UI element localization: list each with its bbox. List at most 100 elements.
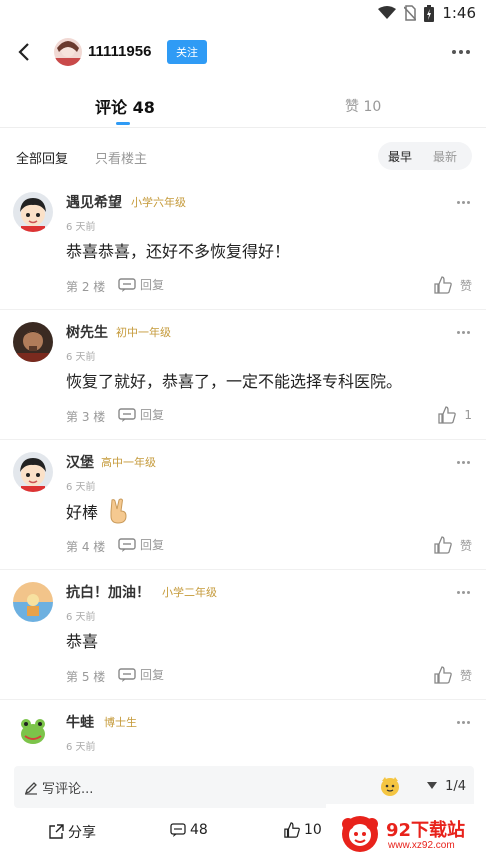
comment-author[interactable]: 抗白！加油！ [66,582,150,602]
tab-comments[interactable]: 评论 48 [95,94,155,118]
share-icon [49,824,64,839]
comment-author[interactable]: 树先生 [66,322,108,342]
back-button[interactable] [12,38,36,66]
comment-item: 牛蛙 博士生 6 天前 [0,700,486,762]
thumbs-up-icon [438,406,457,424]
grade-badge: 博士生 [104,716,137,729]
watermark-logo-icon [342,816,378,852]
status-bar: 1:46 [0,0,486,28]
back-arrow-icon [18,43,29,61]
comment-text: 好棒 [66,503,99,522]
avatar[interactable] [13,452,53,492]
comment-item: 遇见希望 小学六年级 6 天前 恭喜恭喜，还好不多恢复得好！ 第 2 楼 回复 … [0,180,486,310]
comment-footer: 第 2 楼 回复 赞 [66,276,476,296]
sort-earliest[interactable]: 最早 [388,148,412,165]
status-time: 1:46 [442,4,476,22]
comment-author[interactable]: 牛蛙 [66,712,94,732]
more-icon[interactable] [457,721,470,724]
victory-hand-emoji [110,498,127,524]
floor-number: 第 2 楼 [66,280,106,294]
top-bar: 11111956 关注 [0,34,486,70]
avatar[interactable] [13,322,53,362]
comment-input[interactable]: 写评论... [24,778,93,797]
more-icon[interactable] [457,201,470,204]
sort-toggle: 最早 最新 [378,142,472,170]
reply-icon [118,667,136,682]
comment-count-button[interactable]: 48 [170,822,208,838]
like-label: 赞 [459,538,472,553]
author-name[interactable]: 11111956 [88,43,151,60]
thumbs-up-icon [434,666,452,684]
comment-count: 48 [190,822,208,838]
watermark-url: www.xz92.com [388,840,455,851]
floor-number: 第 3 楼 [66,410,106,424]
share-button[interactable]: 分享 [48,822,96,842]
reply-button[interactable]: 回复 [118,666,164,683]
comment-time: 6 天前 [66,482,96,493]
comment-footer: 第 5 楼 回复 赞 [66,666,476,686]
watermark: 92下载站 www.xz92.com [326,804,486,864]
avatar[interactable] [13,712,53,752]
more-icon[interactable] [457,461,470,464]
input-actions: 1/4 [379,775,466,797]
floor-number: 第 4 楼 [66,540,106,554]
reply-icon [118,277,136,292]
follow-button[interactable]: 关注 [167,40,207,64]
comment-time: 6 天前 [66,352,96,363]
like-count: 10 [304,822,322,838]
comment-item: 汉堡 高中一年级 6 天前 好棒 第 4 楼 回复 赞 [0,440,486,570]
like-button[interactable]: 赞 [434,276,472,294]
comment-text-row: 好棒 [66,498,130,524]
more-icon[interactable] [452,50,470,54]
reply-button[interactable]: 回复 [118,276,164,293]
like-button[interactable]: 赞 [434,536,472,554]
filter-all-replies[interactable]: 全部回复 [16,148,68,167]
like-label: 1 [464,408,472,422]
comment-text: 恭喜 [66,632,99,651]
battery-icon [424,4,435,22]
triangle-down-icon[interactable] [427,782,438,790]
reply-label: 回复 [140,408,165,422]
comment-footer: 第 4 楼 回复 赞 [66,536,476,556]
like-label: 赞 [459,278,472,293]
comment-input-placeholder: 写评论... [42,782,94,797]
comment-item: 树先生 初中一年级 6 天前 恢复了就好，恭喜了，一定不能选择专科医院。 第 3… [0,310,486,440]
like-label: 赞 [459,668,472,683]
grade-badge: 小学六年级 [131,196,186,209]
comment-text: 恢复了就好，恭喜了，一定不能选择专科医院。 [66,372,403,391]
floor-number: 第 5 楼 [66,670,106,684]
like-button[interactable]: 1 [438,406,472,424]
comment-time: 6 天前 [66,222,96,233]
avatar[interactable] [13,582,53,622]
comment-item: 抗白！加油！ 小学二年级 6 天前 恭喜 第 5 楼 回复 赞 [0,570,486,700]
author-avatar[interactable] [54,38,82,66]
filter-owner-only[interactable]: 只看楼主 [95,148,147,167]
like-count-button[interactable]: 10 [284,822,322,838]
like-button[interactable]: 赞 [434,666,472,684]
no-sim-icon [404,5,417,21]
status-icons: 1:46 [378,4,476,22]
share-label: 分享 [68,825,96,841]
page-indicator[interactable]: 1/4 [445,779,466,794]
grade-badge: 高中一年级 [101,456,156,469]
more-icon[interactable] [457,331,470,334]
avatar[interactable] [13,192,53,232]
tab-likes[interactable]: 赞 10 [345,96,381,116]
reply-button[interactable]: 回复 [118,406,164,423]
comment-author[interactable]: 遇见希望 [66,192,122,212]
comment-author[interactable]: 汉堡 [66,452,94,472]
reply-label: 回复 [140,278,165,292]
emoji-icon[interactable] [379,775,401,797]
comment-input-bar[interactable]: 写评论... 1/4 [14,766,474,808]
wifi-icon [378,6,397,19]
reply-button[interactable]: 回复 [118,536,164,553]
tab-active-indicator [116,122,130,125]
grade-badge: 小学二年级 [162,586,217,599]
comment-text: 恭喜恭喜，还好不多恢复得好！ [66,242,291,261]
comment-footer: 第 3 楼 回复 1 [66,406,476,426]
comment-icon [170,822,186,837]
sort-latest[interactable]: 最新 [433,148,457,165]
watermark-title: 92下载站 [386,820,466,841]
more-icon[interactable] [457,591,470,594]
comment-time: 6 天前 [66,742,96,753]
